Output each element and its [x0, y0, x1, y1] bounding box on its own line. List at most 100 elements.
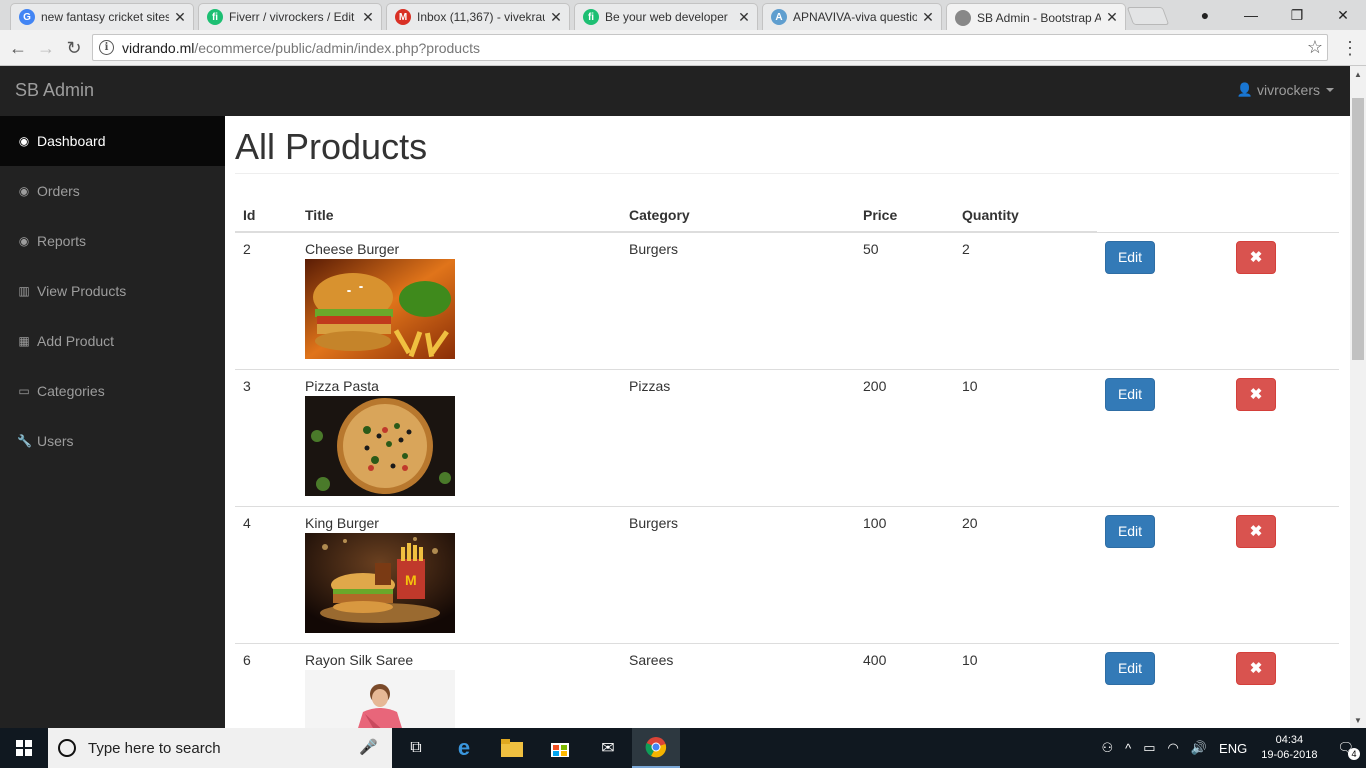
clock-time: 04:34 — [1275, 734, 1304, 746]
minimize-icon[interactable]: — — [1228, 0, 1274, 30]
desktop-icon: ▭ — [18, 384, 30, 398]
tab-title: SB Admin - Bootstrap A — [977, 10, 1101, 25]
delete-button[interactable]: ✖ — [1236, 240, 1276, 274]
file-explorer-icon[interactable] — [488, 728, 536, 768]
start-button[interactable] — [0, 728, 48, 768]
cell-price: 200 — [855, 368, 954, 506]
browser-tab[interactable]: Gnew fantasy cricket sites ✕ — [10, 3, 194, 30]
menu-kebab-icon[interactable]: ⋮ — [1338, 36, 1362, 60]
tab-close-icon[interactable]: ✕ — [921, 9, 935, 26]
cell-delete: ✖ — [1228, 231, 1339, 369]
dashboard-icon: ◉ — [18, 234, 30, 248]
sidebar-item-add-product[interactable]: ▦ Add Product — [0, 316, 225, 366]
windows-taskbar: Type here to search 🎤 ⧉ e ✉ ⚇ ^ ▭ ◠ 🔊 EN… — [0, 728, 1366, 768]
cell-id: 6 — [235, 642, 297, 728]
dashboard-icon: ◉ — [18, 134, 30, 148]
show-hidden-icons[interactable]: ^ — [1125, 741, 1131, 756]
remove-icon: ✖ — [1249, 522, 1263, 540]
site-info-icon[interactable]: i — [99, 40, 114, 55]
scroll-down-icon[interactable]: ▼ — [1350, 712, 1366, 728]
sidebar-item-view-products[interactable]: ▥ View Products — [0, 266, 225, 316]
bookmark-star-icon[interactable]: ☆ — [1307, 37, 1323, 58]
browser-tab-strip: Gnew fantasy cricket sites ✕ fi Fiverr / vi… — [0, 0, 1366, 31]
volume-icon[interactable]: 🔊 — [1191, 740, 1207, 756]
tab-close-icon[interactable]: ✕ — [361, 9, 375, 26]
fiverr-icon: fi — [583, 9, 599, 25]
microphone-icon[interactable]: 🎤 — [359, 738, 378, 756]
maximize-icon[interactable]: ❐ — [1274, 0, 1320, 30]
cell-price: 50 — [855, 231, 954, 369]
sidebar-item-reports[interactable]: ◉ Reports — [0, 216, 225, 266]
edit-button[interactable]: Edit — [1105, 240, 1155, 274]
sidebar-item-label: Add Product — [37, 333, 115, 349]
browser-tab[interactable]: fi Be your web developer ✕ — [574, 3, 758, 30]
cell-price: 100 — [855, 505, 954, 643]
mail-icon[interactable]: ✉ — [584, 728, 632, 768]
sidebar-item-dashboard[interactable]: ◉ Dashboard — [0, 116, 225, 166]
fiverr-icon: fi — [207, 9, 223, 25]
battery-icon[interactable]: ▭ — [1143, 740, 1155, 756]
user-name: vivrockers — [1256, 82, 1320, 98]
folder-icon — [501, 739, 523, 757]
tab-title: APNAVIVA-viva question — [793, 10, 917, 24]
tab-close-icon[interactable]: ✕ — [1105, 9, 1119, 26]
user-dropdown[interactable]: 👤 vivrockers — [1237, 82, 1334, 98]
forward-icon[interactable]: → — [34, 36, 58, 60]
clock[interactable]: 04:34 19-06-2018 — [1261, 733, 1317, 763]
reload-icon[interactable]: ↻ — [62, 36, 86, 60]
browser-tab[interactable]: A APNAVIVA-viva question ✕ — [762, 3, 942, 30]
tab-close-icon[interactable]: ✕ — [549, 9, 563, 26]
chrome-taskbar-icon[interactable] — [632, 728, 680, 768]
sidebar-item-label: Reports — [37, 233, 87, 249]
edit-button[interactable]: Edit — [1105, 514, 1155, 548]
cortana-icon — [58, 739, 76, 757]
caret-down-icon — [1326, 88, 1334, 92]
browser-tab[interactable]: M Inbox (11,367) - vivekrau ✕ — [386, 3, 570, 30]
tab-title: Fiverr / vivrockers / Edit — [229, 10, 355, 24]
close-window-icon[interactable]: ✕ — [1320, 0, 1366, 30]
cell-edit: Edit — [1097, 505, 1228, 643]
tab-title: new fantasy cricket sites — [41, 10, 169, 24]
delete-button[interactable]: ✖ — [1236, 651, 1276, 685]
cell-id: 3 — [235, 368, 297, 506]
edit-button[interactable]: Edit — [1105, 651, 1155, 685]
vertical-scrollbar[interactable]: ▲ ▼ — [1350, 66, 1366, 728]
dashboard-icon: ◉ — [18, 184, 30, 198]
tab-title: Be your web developer — [605, 10, 728, 24]
browser-tab[interactable]: fi Fiverr / vivrockers / Edit ✕ — [198, 3, 382, 30]
column-header-price: Price — [855, 194, 954, 233]
tab-close-icon[interactable]: ✕ — [737, 9, 751, 26]
edit-button[interactable]: Edit — [1105, 377, 1155, 411]
delete-button[interactable]: ✖ — [1236, 514, 1276, 548]
cell-title: King Burger M — [297, 505, 621, 643]
store-icon[interactable] — [536, 728, 584, 768]
edge-icon[interactable]: e — [440, 728, 488, 768]
address-bar[interactable]: i vidrando.ml/ecommerce/public/admin/ind… — [92, 34, 1328, 61]
taskbar-search[interactable]: Type here to search 🎤 — [48, 728, 392, 768]
scroll-up-icon[interactable]: ▲ — [1350, 66, 1366, 82]
scrollbar-thumb[interactable] — [1352, 98, 1364, 360]
browser-tab[interactable]: SB Admin - Bootstrap A ✕ — [946, 3, 1126, 31]
table-row: 3 Pizza Pasta Pizzas 200 10 Edit ✖ — [235, 368, 1339, 506]
new-tab-button[interactable] — [1126, 7, 1170, 25]
delete-button[interactable]: ✖ — [1236, 377, 1276, 411]
task-view-icon[interactable]: ⧉ — [392, 728, 440, 768]
action-center-icon[interactable]: 🗨 4 — [1337, 740, 1360, 760]
cell-category: Pizzas — [621, 368, 855, 506]
cell-id: 4 — [235, 505, 297, 643]
column-header-edit — [1097, 194, 1228, 232]
bar-chart-icon: ▥ — [18, 284, 30, 298]
profile-icon[interactable]: ● — [1182, 0, 1228, 30]
back-icon[interactable]: ← — [6, 36, 30, 60]
navbar-brand[interactable]: SB Admin — [15, 80, 94, 101]
tab-close-icon[interactable]: ✕ — [173, 9, 187, 26]
wifi-icon[interactable]: ◠ — [1168, 740, 1179, 756]
sidebar-item-users[interactable]: 🔧 Users — [0, 416, 225, 466]
cell-quantity: 10 — [954, 368, 1097, 506]
main-content: All Products Id Title Category Price Quantit… — [235, 116, 1339, 728]
table-icon: ▦ — [18, 334, 30, 348]
sidebar-item-categories[interactable]: ▭ Categories — [0, 366, 225, 416]
language-indicator[interactable]: ENG — [1219, 741, 1247, 756]
people-icon[interactable]: ⚇ — [1101, 740, 1113, 756]
sidebar-item-orders[interactable]: ◉ Orders — [0, 166, 225, 216]
